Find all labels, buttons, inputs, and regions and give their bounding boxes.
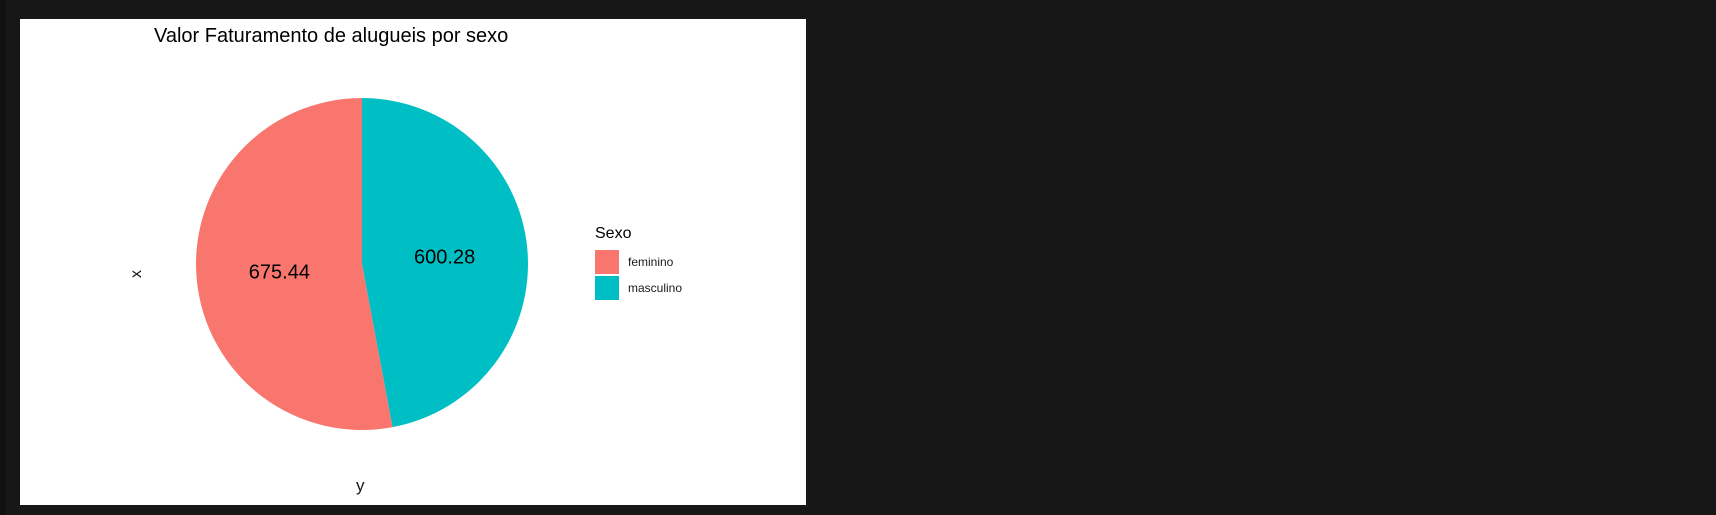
legend-item-masculino: masculino — [595, 275, 682, 301]
pie-chart: 675.44 600.28 — [195, 98, 528, 430]
legend-label-masculino: masculino — [628, 281, 683, 295]
window-edge — [0, 0, 6, 515]
plot-panel: Valor Faturamento de alugueis por sexo 6… — [20, 19, 806, 505]
legend: Sexo feminino masculino — [595, 225, 682, 301]
legend-label-feminino: feminino — [628, 255, 674, 269]
x-axis-label: y — [356, 476, 365, 495]
legend-title: Sexo — [595, 225, 632, 242]
legend-item-feminino: feminino — [595, 249, 682, 275]
legend-swatch-masculino — [595, 276, 619, 300]
data-label-feminino: 675.44 — [249, 262, 310, 284]
y-axis-label: x — [128, 270, 145, 278]
data-label-masculino: 600.28 — [414, 246, 475, 268]
legend-swatch-feminino — [595, 250, 619, 274]
